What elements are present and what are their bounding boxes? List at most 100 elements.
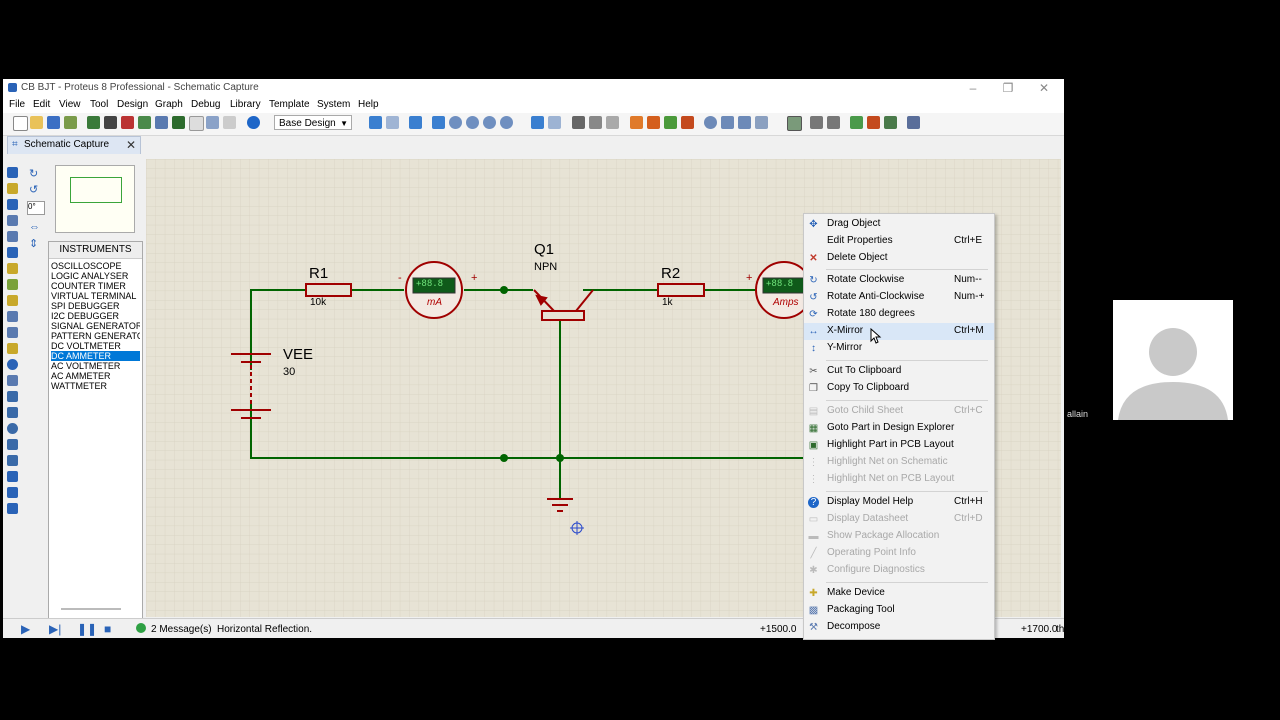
marker-icon[interactable] [7,503,18,514]
search-tag-icon[interactable] [810,116,823,129]
pan-icon[interactable] [432,116,445,129]
menu-item-highlight-pcb[interactable]: ▣ Highlight Part in PCB Layout [804,437,994,454]
menu-item-edit-properties[interactable]: Edit Properties Ctrl+E [804,233,994,250]
wire-label-icon[interactable] [7,215,18,226]
menu-item-rotate-180[interactable]: ⟳ Rotate 180 degrees [804,306,994,323]
undo-icon[interactable] [531,116,544,129]
subcircuit-icon[interactable] [7,263,18,274]
virtual-instruments-icon[interactable] [7,375,18,386]
menu-view[interactable]: View [59,99,81,110]
menu-item-rotate-anti-clockwise[interactable]: ↺ Rotate Anti-Clockwise Num-+ [804,289,994,306]
menu-tool[interactable]: Tool [90,99,108,110]
pcb-layout-icon[interactable] [121,116,134,129]
design-variant-select[interactable]: Base Design ▼ [274,115,352,130]
gerber-icon[interactable] [155,116,168,129]
list-item[interactable]: AC VOLTMETER [51,361,140,371]
pick-parts-icon[interactable] [704,116,717,129]
wire-autorouter-icon[interactable] [787,116,802,131]
menu-library[interactable]: Library [230,99,261,110]
new-file-icon[interactable] [13,116,28,131]
list-item[interactable]: VIRTUAL TERMINAL [51,291,140,301]
decompose-icon[interactable] [755,116,768,129]
minimize-button[interactable]: – [958,80,988,96]
menu-item-rotate-clockwise[interactable]: ↻ Rotate Clockwise Num-- [804,272,994,289]
block-move-icon[interactable] [647,116,660,129]
probe-icon[interactable] [7,359,18,370]
close-window-button[interactable]: ✕ [1029,80,1059,96]
new-sheet-icon[interactable] [850,116,863,129]
menu-item-y-mirror[interactable]: ↕ Y-Mirror [804,340,994,357]
menu-item-copy[interactable]: ❐ Copy To Clipboard [804,380,994,397]
schematic-icon[interactable] [104,116,117,129]
mirror-horizontal-icon[interactable]: ⇔ [29,221,40,233]
menu-help[interactable]: Help [358,99,379,110]
menu-item-decompose[interactable]: ⚒ Decompose [804,619,994,636]
goto-sheet-icon[interactable] [884,116,897,129]
menu-file[interactable]: File [9,99,25,110]
grid-icon[interactable] [386,116,399,129]
save-icon[interactable] [47,116,60,129]
path-icon[interactable] [7,455,18,466]
buses-icon[interactable] [7,247,18,258]
refresh-icon[interactable] [369,116,382,129]
messages-count[interactable]: 2 Message(s) [151,624,212,635]
run-simulation-icon[interactable]: ▶ [21,622,30,636]
maximize-button[interactable]: ❐ [993,80,1023,96]
open-folder-icon[interactable] [30,116,43,129]
graph-icon[interactable] [7,311,18,322]
box-icon[interactable] [7,407,18,418]
resistor-r1[interactable] [305,283,352,297]
junction-dot-icon[interactable] [7,199,18,210]
origin-icon[interactable] [409,116,422,129]
component-mode-icon[interactable] [7,183,18,194]
rotate-cw-icon[interactable]: ↻ [29,167,38,180]
resistor-r2[interactable] [657,283,705,297]
make-device-icon[interactable] [721,116,734,129]
text-icon[interactable] [7,471,18,482]
stop-simulation-icon[interactable]: ■ [104,622,111,636]
zoom-all-icon[interactable] [483,116,496,129]
step-simulation-icon[interactable]: ▶| [49,622,61,636]
list-item[interactable]: WATTMETER [51,381,140,391]
selection-mode-icon[interactable] [7,167,18,178]
symbol-icon[interactable] [7,487,18,498]
ammeter-ma[interactable] [405,261,463,319]
menu-item-delete-object[interactable]: ✕ Delete Object [804,250,994,267]
line-icon[interactable] [7,391,18,402]
list-item-selected[interactable]: DC AMMETER [51,351,140,361]
list-item[interactable]: AC AMMETER [51,371,140,381]
tab-schematic-capture[interactable]: ⌗ Schematic Capture ✕ [7,136,141,154]
packaging-tool-icon[interactable] [738,116,751,129]
zoom-in-icon[interactable] [449,116,462,129]
design-explorer-icon[interactable] [172,116,185,129]
menu-debug[interactable]: Debug [191,99,220,110]
menu-item-cut[interactable]: ✂ Cut To Clipboard [804,363,994,380]
3d-view-icon[interactable] [138,116,151,129]
menu-edit[interactable]: Edit [33,99,50,110]
pause-simulation-icon[interactable]: ❚❚ [77,622,97,636]
menu-item-drag-object[interactable]: ✥ Drag Object [804,216,994,233]
notes-icon[interactable] [223,116,236,129]
list-scrollbar[interactable] [61,608,121,610]
list-item[interactable]: PATTERN GENERATO [51,331,140,341]
zoom-area-icon[interactable] [500,116,513,129]
property-assignment-icon[interactable] [827,116,840,129]
redo-icon[interactable] [548,116,561,129]
electrical-rules-icon[interactable] [907,116,920,129]
block-copy-icon[interactable] [630,116,643,129]
home-icon[interactable] [87,116,100,129]
menu-item-display-model-help[interactable]: ? Display Model Help Ctrl+H [804,494,994,511]
menu-graph[interactable]: Graph [155,99,183,110]
terminals-icon[interactable] [7,279,18,290]
menu-template[interactable]: Template [269,99,310,110]
menu-design[interactable]: Design [117,99,148,110]
help-icon[interactable] [247,116,260,129]
block-rotate-icon[interactable] [664,116,677,129]
rotate-ccw-icon[interactable]: ↺ [29,183,38,196]
import-icon[interactable] [64,116,77,129]
list-item[interactable]: LOGIC ANALYSER [51,271,140,281]
device-pins-icon[interactable] [7,295,18,306]
generator-icon[interactable] [7,343,18,354]
menu-system[interactable]: System [317,99,350,110]
list-item[interactable]: SPI DEBUGGER [51,301,140,311]
